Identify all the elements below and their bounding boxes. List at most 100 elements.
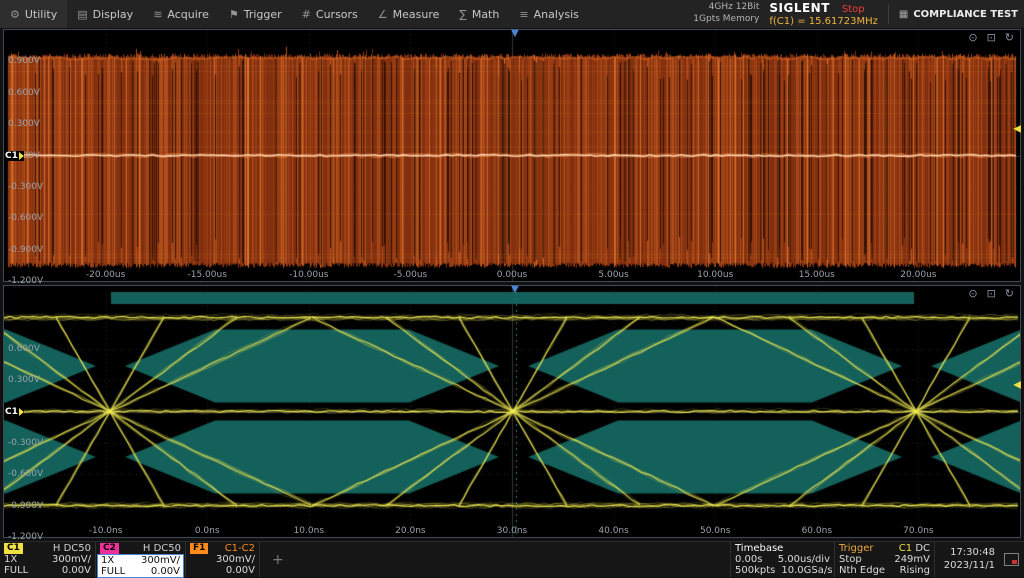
trigger-run-status: Stop [839,554,862,565]
c1-scale: 300mV/ [52,554,91,565]
x-axis-label: 15.00us [799,270,835,280]
f1-source: C1-C2 [225,543,255,554]
network-status-icon [1004,553,1019,566]
status-bar: C1H DC50 1X300mV/ FULL0.00V C2H DC50 1X3… [0,541,1024,577]
x-axis-label: 40.0ns [598,526,628,536]
screenshot-icon[interactable]: ⊙ [968,31,977,44]
display-icon: ▤ [77,8,87,21]
x-axis-label: -20.00us [86,270,125,280]
channel-c1-status[interactable]: C1H DC50 1X300mV/ FULL0.00V [0,542,96,577]
c1-bandwidth: FULL [4,565,28,576]
clock: 17:30:48 2023/11/1 [935,542,999,577]
gear-icon: ⚙ [10,8,20,21]
x-axis-label: 20.00us [900,270,936,280]
trigger-level: 249mV [894,554,930,565]
x-axis-label: 20.0ns [395,526,425,536]
f1-offset: 0.00V [226,565,255,576]
c1-probe: 1X [4,554,17,565]
x-axis-label: -10.00us [289,270,328,280]
flag-icon: ⚑ [229,8,239,21]
c1-badge: C1 [4,543,23,554]
menu-label: Utility [25,8,57,21]
y-axis-label: 0.300V [8,119,40,129]
timebase-status[interactable]: Timebase 0.00s5.00us/div 500kpts10.0GSa/… [731,542,835,577]
acquisition-status: Stop [842,4,865,15]
menu-label: Math [472,8,500,21]
y-axis-label: 0.300V [8,375,40,385]
header-right: 4GHz 12Bit 1Gpts Memory SIGLENT Stop f(C… [693,1,1024,27]
y-axis-label: -0.900V [8,501,43,511]
x-axis-label: 50.0ns [700,526,730,536]
y-axis-label: 0.600V [8,88,40,98]
menu-utility[interactable]: ⚙ Utility [0,0,67,28]
trigger-source-coupling: DC [915,543,930,554]
menu-label: Acquire [167,8,208,21]
c2-selected-highlight: 1X300mV/ FULL0.00V [97,554,184,578]
menu-analysis[interactable]: ≡ Analysis [509,0,589,28]
y-axis-label: -1.200V [8,276,43,286]
trigger-source: C1 DC [899,543,930,554]
brand-logo: SIGLENT [769,1,830,15]
y-axis-label: -0.300V [8,438,43,448]
analysis-icon: ≡ [519,8,528,21]
frequency-counter: f(C1) = 15.61723MHz [769,16,878,27]
f1-badge: F1 [190,543,208,554]
acquire-icon: ≋ [153,8,162,21]
c1-coupling: H DC50 [53,543,91,554]
math-f1-status[interactable]: F1C1-C2 300mV/ 0.00V [186,542,260,577]
channel-c1-marker[interactable]: C1 [4,407,24,417]
menu-trigger[interactable]: ⚑ Trigger [219,0,292,28]
timebase-scale: 5.00us/div [778,554,830,565]
c2-badge: C2 [100,543,119,554]
menu-math[interactable]: ∑Math [449,0,509,28]
header-divider [888,4,889,24]
channel-c2-status[interactable]: C2H DC50 1X300mV/ FULL0.00V [96,542,186,577]
timebase-sample-rate: 10.0GSa/s [781,565,832,576]
y-axis-label: -0.600V [8,213,43,223]
eye-diagram-plot[interactable]: 0.600V0.300V-0.300V-0.600V-0.900V-1.200V… [3,285,1021,538]
compliance-test-label: COMPLIANCE TEST [913,9,1018,20]
menu-label: Analysis [534,8,579,21]
status-spacer [296,542,731,577]
x-axis-label: 30.0ns [497,526,527,536]
x-axis-label: 70.0ns [903,526,933,536]
main-waveform-canvas [4,30,1020,281]
add-channel-button[interactable]: + [260,552,296,568]
trigger-level-marker[interactable]: ◀ [1013,124,1021,135]
channel-c1-marker[interactable]: C1 [4,151,24,161]
timebase-delay: 0.00s [735,554,762,565]
scope-specs: 4GHz 12Bit 1Gpts Memory [693,2,759,25]
x-axis-label: 60.0ns [802,526,832,536]
fullscreen-icon[interactable]: ⊡ [987,31,996,44]
trigger-level-marker[interactable]: ◀ [1013,380,1021,391]
trigger-position-marker[interactable]: ▼ [511,284,519,295]
refresh-icon[interactable]: ↻ [1005,31,1014,44]
x-axis-label: -5.00us [394,270,428,280]
main-waveform-plot[interactable]: 0.900V0.600V0.300V0.000V-0.300V-0.600V-0… [3,29,1021,282]
trigger-position-marker[interactable]: ▼ [511,28,519,39]
menu-label: Trigger [244,8,282,21]
screenshot-icon[interactable]: ⊙ [968,287,977,300]
menu-cursors[interactable]: #Cursors [292,0,368,28]
fullscreen-icon[interactable]: ⊡ [987,287,996,300]
grid-window-icon: ▦ [899,9,908,20]
trigger-status[interactable]: Trigger C1 DC Stop249mV Nth EdgeRising [835,542,935,577]
y-axis-label: -0.900V [8,245,43,255]
x-axis-label: -15.00us [187,270,226,280]
menu-display[interactable]: ▤Display [67,0,143,28]
y-axis-label: 0.600V [8,344,40,354]
timebase-points: 500kpts [735,565,775,576]
menu-acquire[interactable]: ≋ Acquire [143,0,219,28]
c2-probe: 1X [101,555,114,566]
y-axis-label: -0.600V [8,469,43,479]
menu-label: Measure [393,8,440,21]
refresh-icon[interactable]: ↻ [1005,287,1014,300]
menu-measure[interactable]: ∠Measure [368,0,450,28]
x-axis-label: 10.0ns [294,526,324,536]
trigger-type: Nth Edge [839,565,885,576]
y-axis-label: 0.900V [8,56,40,66]
memory-spec: 1Gpts Memory [693,14,759,26]
compliance-test-button[interactable]: ▦ COMPLIANCE TEST [899,9,1018,20]
channel-arrow-icon [19,408,24,416]
trigger-source-channel: C1 [899,543,912,554]
